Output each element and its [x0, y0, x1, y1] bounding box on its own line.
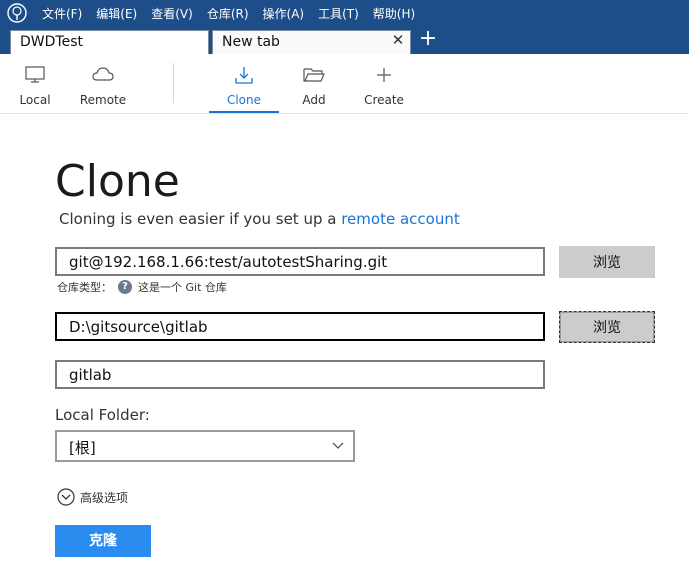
expand-circle-icon [57, 488, 75, 506]
repo-type-label: 仓库类型： [57, 281, 112, 294]
advanced-options-label: 高级选项 [80, 490, 129, 505]
browse-source-button[interactable]: 浏览 [559, 246, 655, 278]
destination-path-input[interactable]: D:\gitsource\gitlab [55, 312, 545, 341]
folder-icon [303, 68, 325, 82]
tab-label: DWDTest [20, 34, 83, 50]
toolbar-local-button[interactable]: Local [0, 54, 70, 114]
sourcetree-logo-icon [7, 3, 27, 23]
plus-icon [377, 68, 391, 82]
toolbar-separator [173, 63, 174, 103]
tab-label: New tab [222, 34, 280, 50]
tab-bar: DWDTest New tab ✕ + [0, 26, 689, 54]
menu-actions[interactable]: 操作(A) [263, 5, 305, 22]
tab-dwdtest[interactable]: DWDTest [10, 30, 209, 54]
close-tab-icon[interactable]: ✕ [391, 33, 405, 48]
menu-help[interactable]: 帮助(H) [373, 5, 415, 22]
toolbar-clone-label: Clone [226, 93, 262, 107]
subtitle-text: Cloning is even easier if you set up a [59, 210, 342, 228]
toolbar-create-label: Create [364, 93, 404, 107]
tab-new-tab[interactable]: New tab ✕ [212, 30, 411, 54]
toolbar-local-label: Local [19, 93, 51, 107]
source-url-input[interactable]: git@192.168.1.66:test/autotestSharing.gi… [55, 247, 545, 276]
cloud-icon [92, 67, 114, 81]
page-subtitle: Cloning is even easier if you set up a r… [59, 210, 460, 228]
page-title: Clone [55, 156, 180, 207]
new-tab-icon[interactable]: + [418, 28, 438, 50]
clone-button[interactable]: 克隆 [55, 525, 151, 557]
remote-account-link[interactable]: remote account [341, 210, 460, 228]
repo-type-row: 仓库类型： ? 这是一个 Git 仓库 [57, 279, 227, 295]
toolbar-remote-label: Remote [79, 93, 127, 107]
toolbar-clone-button[interactable]: Clone [209, 54, 279, 114]
repo-type-value: 这是一个 Git 仓库 [138, 281, 227, 294]
help-icon: ? [118, 280, 132, 294]
local-folder-value: [根] [69, 439, 96, 457]
toolbar-remote-button[interactable]: Remote [68, 54, 138, 114]
toolbar-add-button[interactable]: Add [279, 54, 349, 114]
browse-destination-button[interactable]: 浏览 [559, 311, 655, 343]
repo-name-input[interactable]: gitlab [55, 360, 545, 389]
toolbar-create-button[interactable]: Create [349, 54, 419, 114]
app-window: 文件(F) 编辑(E) 查看(V) 仓库(R) 操作(A) 工具(T) 帮助(H… [0, 0, 689, 577]
chevron-down-icon [332, 442, 344, 449]
active-tool-indicator [209, 111, 279, 113]
menu-edit[interactable]: 编辑(E) [96, 5, 137, 22]
menu-tools[interactable]: 工具(T) [318, 5, 359, 22]
advanced-options-toggle[interactable]: 高级选项 [57, 488, 128, 506]
menu-repository[interactable]: 仓库(R) [207, 5, 249, 22]
menu-view[interactable]: 查看(V) [151, 5, 193, 22]
menu-file[interactable]: 文件(F) [42, 5, 82, 22]
menu-bar: 文件(F) 编辑(E) 查看(V) 仓库(R) 操作(A) 工具(T) 帮助(H… [0, 0, 689, 26]
toolbar-add-label: Add [302, 93, 326, 107]
local-folder-select[interactable]: [根] [55, 430, 355, 462]
monitor-icon [25, 66, 45, 83]
download-icon [235, 67, 253, 84]
toolbar: Local Remote Clone Add Create [0, 54, 689, 114]
local-folder-label: Local Folder: [55, 406, 150, 424]
